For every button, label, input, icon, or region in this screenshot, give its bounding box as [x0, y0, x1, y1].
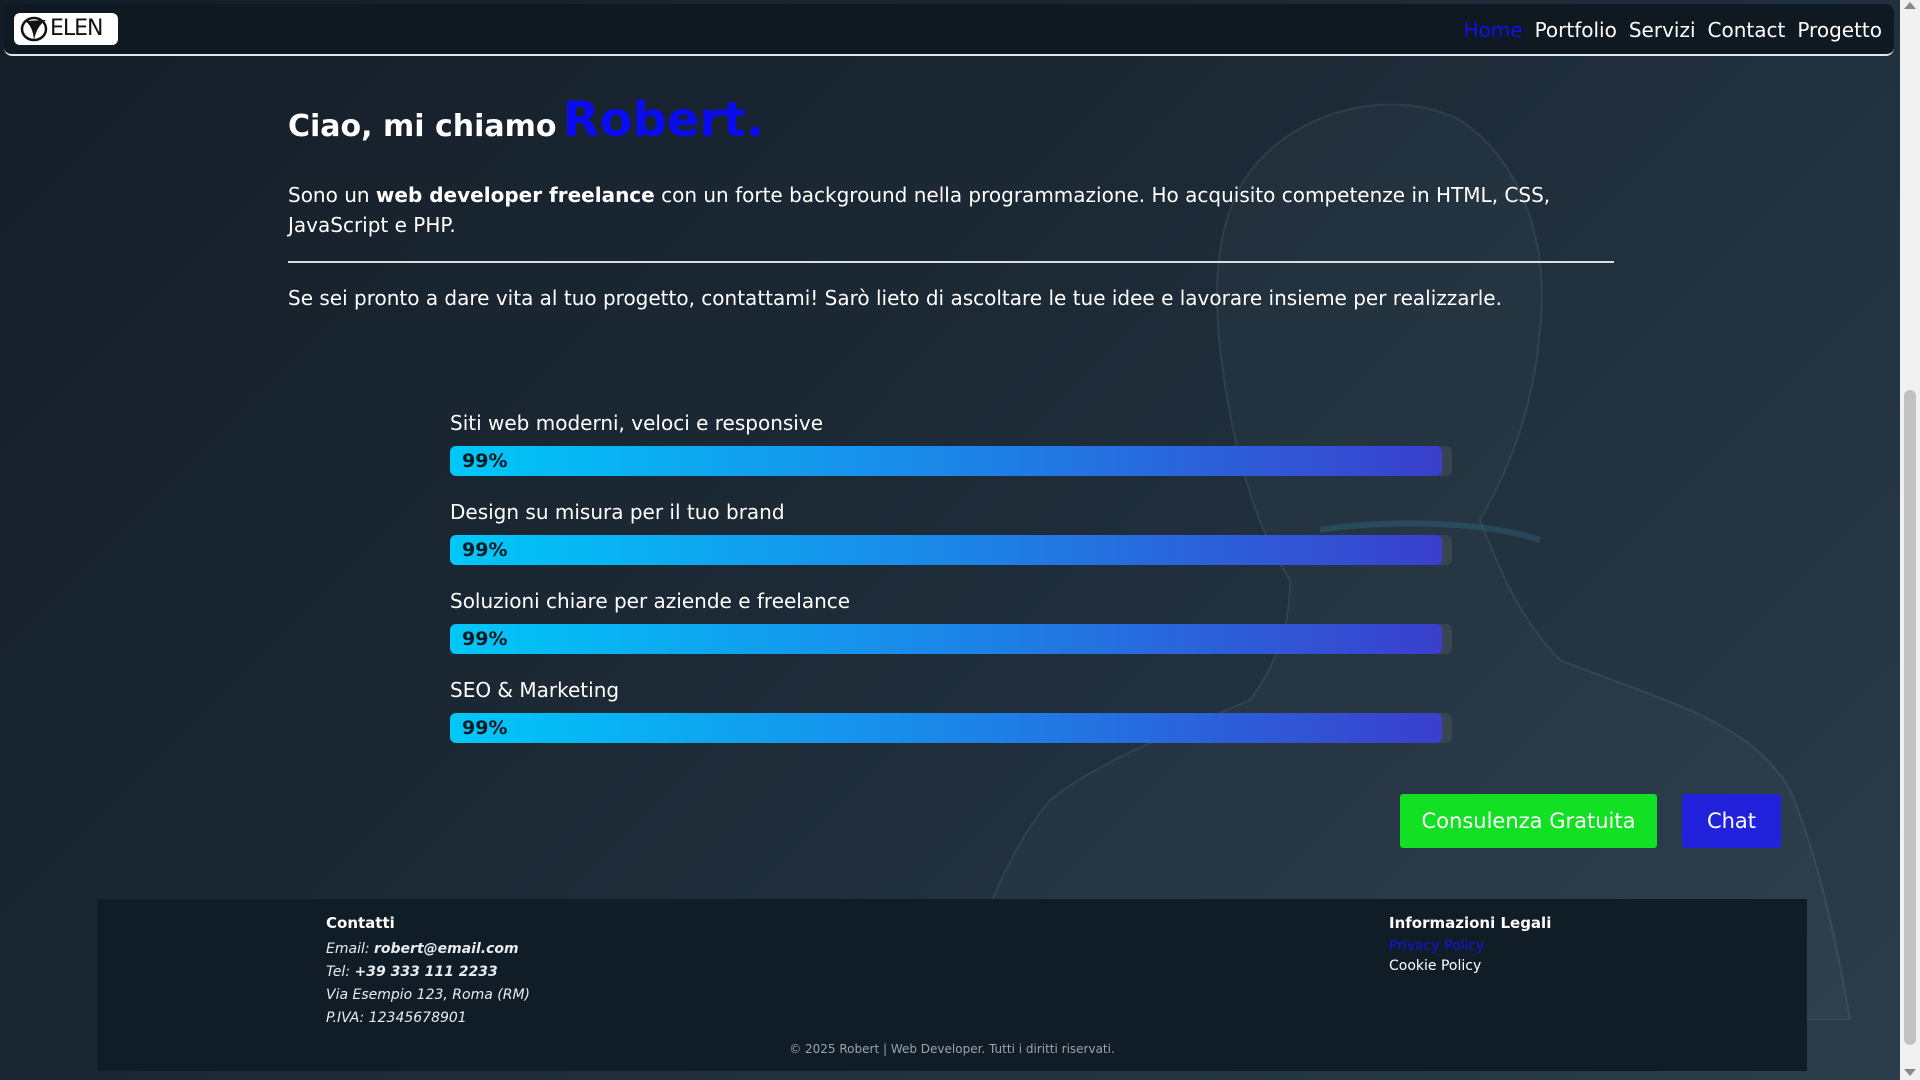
skill-label: Soluzioni chiare per aziende e freelance	[450, 589, 851, 613]
hero-intro: Sono un web developer freelance con un f…	[288, 180, 1628, 240]
skill-label: Design su misura per il tuo brand	[450, 500, 785, 524]
nav-contact[interactable]: Contact	[1708, 18, 1786, 42]
free-consultation-button[interactable]: Consulenza Gratuita	[1400, 794, 1657, 848]
privacy-policy-link[interactable]: Privacy Policy	[1389, 936, 1551, 956]
skill-progress-value: 99%	[462, 450, 508, 472]
skill-progress-fill	[450, 713, 1442, 743]
nav-servizi[interactable]: Servizi	[1629, 18, 1696, 42]
scroll-up-arrow-icon[interactable]	[1904, 2, 1916, 9]
copyright-text: © 2025 Robert | Web Developer. Tutti i d…	[789, 1042, 1115, 1056]
section-divider	[288, 261, 1614, 263]
footer: Contatti Email: robert@email.com Tel: +3…	[97, 899, 1807, 1071]
skill-progress-bar: 99%	[450, 535, 1452, 565]
phone-label: Tel:	[326, 964, 355, 980]
skill-progress-bar: 99%	[450, 446, 1452, 476]
contact-email: Email: robert@email.com	[326, 938, 530, 961]
legal-title: Informazioni Legali	[1389, 914, 1552, 932]
hero-cta-text: Se sei pronto a dare vita al tuo progett…	[288, 286, 1502, 310]
contact-vat: P.IVA: 12345678901	[326, 1010, 467, 1026]
scroll-down-arrow-icon[interactable]	[1904, 1069, 1916, 1076]
chat-button[interactable]: Chat	[1682, 794, 1781, 848]
hero-title: Ciao, mi chiamo Robert.	[288, 92, 764, 148]
contact-address: Via Esempio 123, Roma (RM)	[326, 987, 530, 1003]
leaf-logo-icon	[20, 16, 48, 42]
contacts-title: Contatti	[326, 914, 395, 932]
footer-legal: Informazioni Legali Privacy Policy Cooki…	[1389, 914, 1551, 976]
skill-item: Siti web moderni, veloci e responsive 99…	[450, 410, 1452, 499]
skill-progress-value: 99%	[462, 717, 508, 739]
scrollbar-thumb[interactable]	[1904, 390, 1916, 1045]
skill-label: SEO & Marketing	[450, 678, 620, 702]
skill-progress-fill	[450, 446, 1442, 476]
cookie-policy-link[interactable]: Cookie Policy	[1389, 956, 1551, 976]
skill-item: SEO & Marketing 99%	[450, 677, 1452, 766]
footer-contacts: Contatti Email: robert@email.com Tel: +3…	[326, 914, 530, 1030]
nav-portfolio[interactable]: Portfolio	[1535, 18, 1617, 42]
nav-progetto[interactable]: Progetto	[1797, 18, 1882, 42]
email-label: Email:	[326, 941, 375, 957]
brand-logo[interactable]: ELEN	[14, 13, 118, 45]
skill-progress-fill	[450, 624, 1442, 654]
intro-prefix: Sono un	[288, 183, 376, 207]
skill-progress-value: 99%	[462, 628, 508, 650]
logo-text: ELEN	[50, 16, 104, 41]
main-nav: Home Portfolio Servizi Contact Progetto	[1464, 18, 1882, 42]
hero-name: Robert.	[562, 92, 765, 148]
skill-progress-bar: 99%	[450, 624, 1452, 654]
phone-value[interactable]: +39 333 111 2233	[355, 964, 498, 980]
page: ELEN Home Portfolio Servizi Contact Prog…	[0, 0, 1900, 1080]
nav-home[interactable]: Home	[1464, 18, 1523, 42]
vertical-scrollbar[interactable]	[1900, 0, 1920, 1080]
skill-progress-fill	[450, 535, 1442, 565]
skill-progress-value: 99%	[462, 539, 508, 561]
skill-item: Soluzioni chiare per aziende e freelance…	[450, 588, 1452, 677]
navbar: ELEN Home Portfolio Servizi Contact Prog…	[4, 4, 1894, 56]
intro-bold: web developer freelance	[375, 183, 655, 207]
contact-phone: Tel: +39 333 111 2233	[326, 961, 530, 984]
skill-progress-bar: 99%	[450, 713, 1452, 743]
skill-item: Design su misura per il tuo brand 99%	[450, 499, 1452, 588]
skills-list: Siti web moderni, veloci e responsive 99…	[450, 410, 1452, 766]
email-value[interactable]: robert@email.com	[374, 941, 519, 957]
hero-greeting: Ciao, mi chiamo	[288, 109, 557, 144]
skill-label: Siti web moderni, veloci e responsive	[450, 411, 823, 435]
